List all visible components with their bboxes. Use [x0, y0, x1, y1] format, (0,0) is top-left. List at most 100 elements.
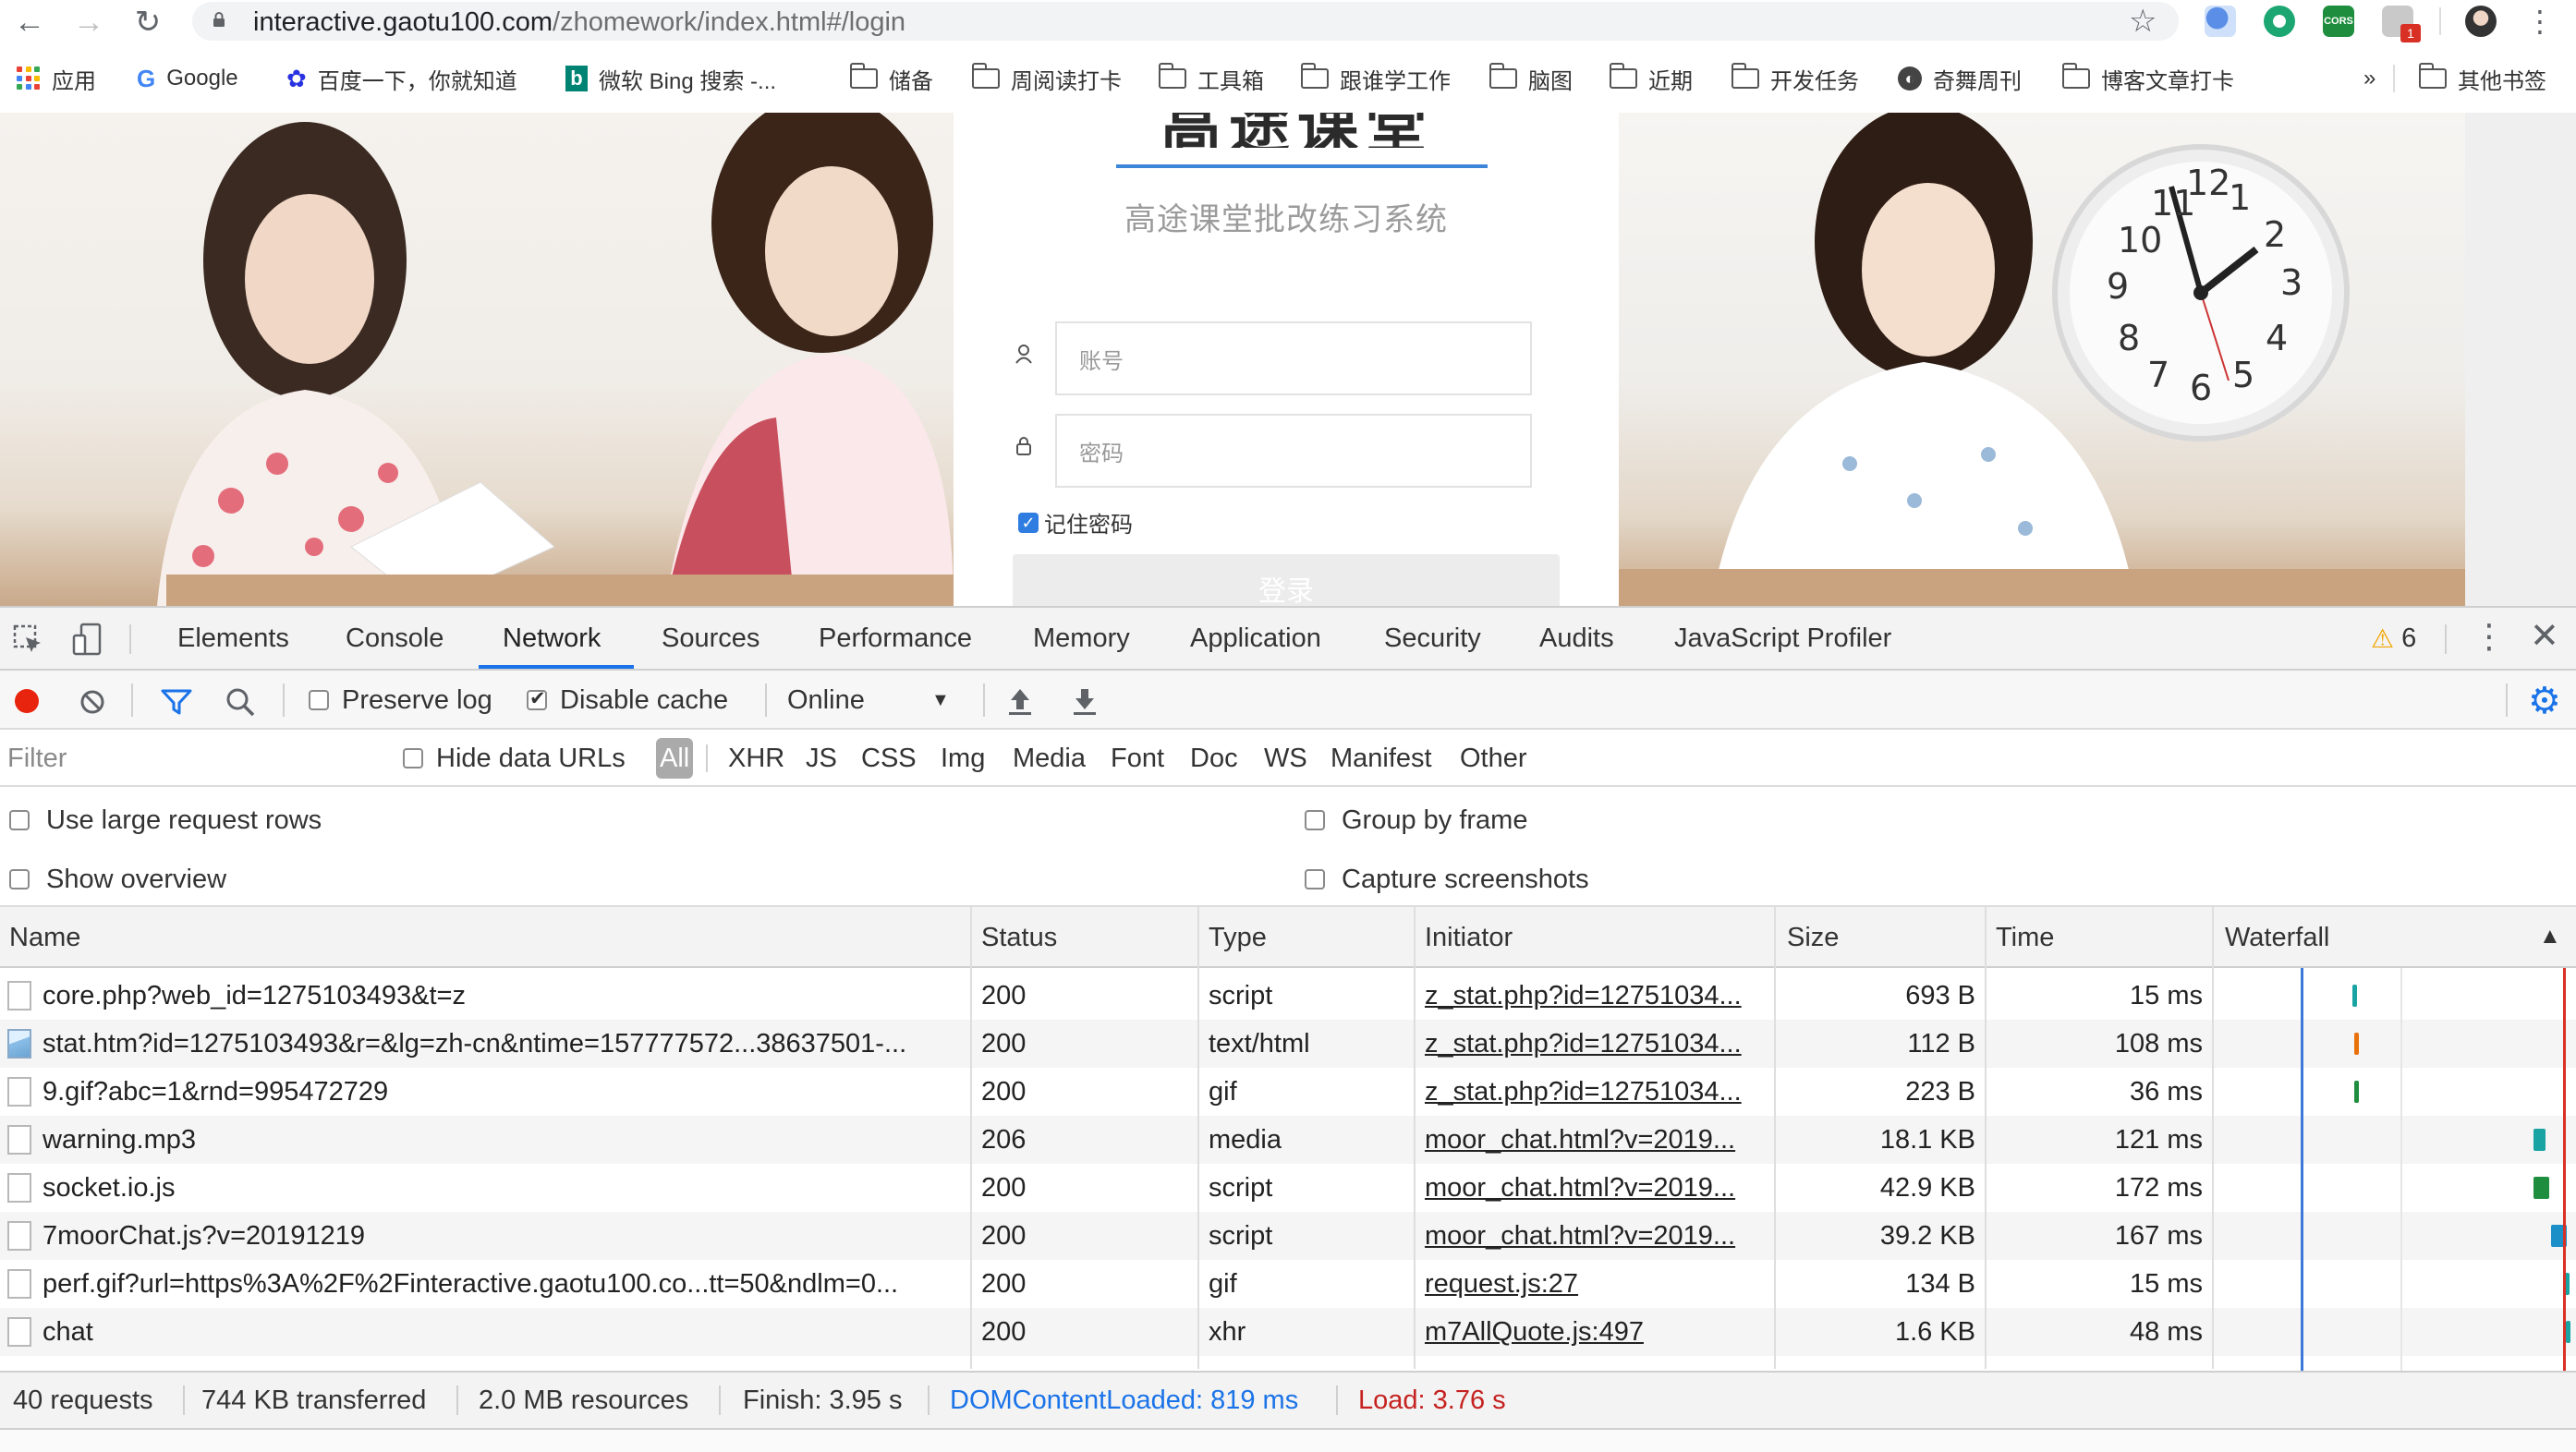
filter-type-font[interactable]: Font [1105, 738, 1170, 779]
request-initiator-link[interactable]: request.js:27 [1425, 1260, 1768, 1308]
table-row[interactable]: stat.htm?id=1275103493&r=&lg=zh-cn&ntime… [0, 1020, 2576, 1068]
request-initiator-link[interactable]: z_stat.php?id=12751034... [1425, 972, 1768, 1020]
request-initiator-link[interactable]: moor_chat.html?v=2019... [1425, 1212, 1768, 1260]
waterfall-bar[interactable] [2566, 1321, 2571, 1343]
account-input[interactable]: 账号 [1055, 321, 1532, 395]
tab-memory[interactable]: Memory [1033, 608, 1130, 669]
export-har-icon[interactable] [1072, 685, 1098, 717]
sort-ascending-icon[interactable]: ▲ [2539, 924, 2561, 950]
console-drawer-edge[interactable] [0, 1428, 2576, 1452]
bookmark-folder-dev-tasks[interactable]: 开发任务 [1731, 57, 1859, 100]
request-name[interactable]: core.php?web_id=1275103493&t=z [43, 972, 966, 1020]
tab-performance[interactable]: Performance [819, 608, 972, 669]
bookmark-apps[interactable]: 应用 [17, 57, 96, 100]
show-overview-checkbox[interactable]: Show overview [9, 859, 226, 900]
group-by-frame-checkbox[interactable]: Group by frame [1305, 800, 1527, 841]
close-devtools-icon[interactable]: ✕ [2530, 615, 2559, 657]
request-initiator-link[interactable]: moor_chat.html?v=2019... [1425, 1164, 1768, 1212]
request-name[interactable]: chat [43, 1308, 966, 1356]
bookmark-folder-weekly-reading[interactable]: 周阅读打卡 [971, 57, 1122, 100]
translate-extension-icon[interactable] [2205, 6, 2236, 37]
bookmark-folder-recent[interactable]: 近期 [1609, 57, 1693, 100]
tab-sources[interactable]: Sources [662, 608, 759, 669]
hide-data-urls-checkbox[interactable]: Hide data URLs [403, 730, 626, 787]
search-icon[interactable] [225, 687, 255, 717]
request-initiator-link[interactable]: m7AllQuote.js:497 [1425, 1308, 1768, 1356]
browser-menu-icon[interactable]: ⋮ [2524, 6, 2556, 37]
warnings-counter[interactable]: ⚠ 6 [2371, 608, 2416, 669]
request-name[interactable]: 9.gif?abc=1&rnd=995472729 [43, 1068, 966, 1116]
bookmark-qiwu-weekly[interactable]: ◐ 奇舞周刊 [1898, 57, 2022, 100]
clear-icon[interactable] [79, 689, 105, 715]
bookmark-folder-toolbox[interactable]: 工具箱 [1158, 57, 1264, 100]
disable-cache-checkbox[interactable]: Disable cache [527, 671, 728, 730]
filter-input[interactable]: Filter [0, 737, 377, 780]
bookmark-folder-reserve[interactable]: 储备 [849, 57, 933, 100]
filter-type-doc[interactable]: Doc [1185, 738, 1244, 779]
column-header-status[interactable]: Status [972, 907, 1057, 968]
tab-security[interactable]: Security [1384, 608, 1481, 669]
request-initiator-link[interactable]: moor_chat.html?v=2019... [1425, 1116, 1768, 1164]
table-row[interactable]: chat 200 xhr m7AllQuote.js:497 1.6 KB 48 ms [0, 1308, 2576, 1356]
password-input[interactable]: 密码 [1055, 414, 1532, 488]
bookmark-google[interactable]: G Google [137, 57, 238, 100]
cors-extension-icon[interactable]: CORS [2323, 6, 2354, 37]
tab-application[interactable]: Application [1190, 608, 1321, 669]
inspect-element-icon[interactable] [13, 624, 43, 654]
tab-elements[interactable]: Elements [177, 608, 289, 669]
table-row[interactable]: warning.mp3 206 media moor_chat.html?v=2019… [0, 1116, 2576, 1164]
filter-type-img[interactable]: Img [935, 738, 990, 779]
bookmark-other[interactable]: 其他书签 [2418, 57, 2546, 100]
import-har-icon[interactable] [1007, 685, 1033, 717]
record-icon[interactable] [15, 689, 39, 713]
waterfall-bar[interactable] [2354, 1081, 2360, 1103]
request-name[interactable]: stat.htm?id=1275103493&r=&lg=zh-cn&ntime… [43, 1020, 966, 1068]
tab-console[interactable]: Console [346, 608, 444, 669]
settings-gear-icon[interactable]: ⚙ [2528, 680, 2561, 722]
waterfall-bar[interactable] [2352, 985, 2358, 1007]
column-header-time[interactable]: Time [1987, 907, 2054, 968]
profile-avatar[interactable] [2465, 6, 2497, 37]
forward-arrow-icon[interactable]: → [70, 4, 107, 41]
bookmark-folder-blog[interactable]: 博客文章打卡 [2061, 57, 2234, 100]
tab-audits[interactable]: Audits [1539, 608, 1614, 669]
table-row[interactable]: 7moorChat.js?v=20191219 200 script moor_cha… [0, 1212, 2576, 1260]
filter-type-xhr[interactable]: XHR [723, 738, 790, 779]
request-name[interactable]: 7moorChat.js?v=20191219 [43, 1212, 966, 1260]
bookmark-star-icon[interactable]: ☆ [2129, 3, 2157, 40]
request-initiator-link[interactable]: z_stat.php?id=12751034... [1425, 1068, 1768, 1116]
waterfall-bar[interactable] [2354, 1033, 2360, 1055]
filter-type-ws[interactable]: WS [1258, 738, 1313, 779]
extension-badge-icon[interactable]: 1 [2382, 6, 2421, 42]
filter-type-js[interactable]: JS [800, 738, 843, 779]
tab-network[interactable]: Network [503, 608, 601, 669]
table-row[interactable]: 9.gif?abc=1&rnd=995472729 200 gif z_stat.ph… [0, 1068, 2576, 1116]
request-name[interactable]: socket.io.js [43, 1164, 966, 1212]
waterfall-bar[interactable] [2533, 1129, 2546, 1151]
filter-funnel-icon[interactable] [161, 689, 192, 715]
reload-icon[interactable]: ↻ [129, 4, 166, 41]
filter-type-all[interactable]: All [656, 738, 694, 779]
column-header-initiator[interactable]: Initiator [1416, 907, 1513, 968]
address-bar[interactable]: interactive.gaotu100.com/zhomework/index… [192, 2, 2179, 41]
table-row[interactable]: socket.io.js 200 script moor_chat.html?v=20… [0, 1164, 2576, 1212]
bookmark-bing[interactable]: b 微软 Bing 搜索 -... [565, 57, 776, 100]
bookmark-baidu[interactable]: ✿ 百度一下，你就知道 [286, 57, 517, 100]
devtools-menu-icon[interactable]: ⋮ [2473, 617, 2506, 656]
login-button[interactable]: 登录 [1013, 554, 1560, 606]
remember-password-checkbox[interactable]: ✓ 记住密码 [1018, 506, 1133, 538]
back-arrow-icon[interactable]: ← [11, 4, 48, 41]
bookmark-folder-mindmap[interactable]: 脑图 [1488, 57, 1573, 100]
request-name[interactable]: warning.mp3 [43, 1116, 966, 1164]
column-header-type[interactable]: Type [1199, 907, 1267, 968]
column-header-size[interactable]: Size [1778, 907, 1839, 968]
preserve-log-checkbox[interactable]: Preserve log [309, 671, 492, 730]
device-toolbar-icon[interactable] [72, 623, 102, 656]
bookmarks-overflow-button[interactable]: » [2363, 57, 2376, 100]
filter-type-manifest[interactable]: Manifest [1325, 738, 1438, 779]
waterfall-bar[interactable] [2533, 1177, 2549, 1199]
column-header-name[interactable]: Name [0, 907, 80, 968]
request-name[interactable]: perf.gif?url=https%3A%2F%2Finteractive.g… [43, 1260, 966, 1308]
throttling-select[interactable]: Online ▼ [787, 671, 954, 730]
bookmark-folder-work[interactable]: 跟谁学工作 [1300, 57, 1451, 100]
